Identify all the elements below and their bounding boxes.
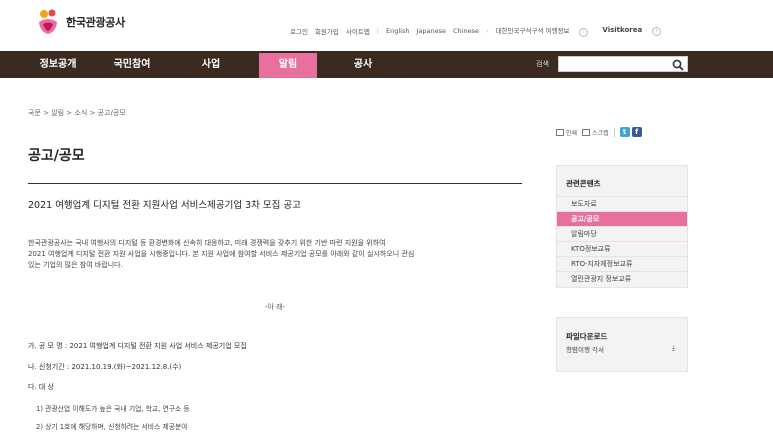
- main-nav: 정보공개 국민참여 사업 알림 공사 검색: [0, 51, 773, 78]
- promo-visitkorea-label: Visitkorea: [602, 26, 643, 34]
- scrap-icon: [582, 128, 591, 136]
- related-title: 관련콘텐츠: [566, 179, 601, 188]
- download-item-label: 청렴이행 각서: [566, 346, 604, 354]
- print-label: 인쇄: [566, 129, 578, 137]
- chevron-right-icon: ›: [579, 28, 589, 37]
- body-line: 2021 여행업계 디지털 전환 지원 사업을 시행중입니다. 본 지원 사업에…: [28, 250, 415, 258]
- gnb-item-company[interactable]: 공사: [338, 51, 388, 78]
- promo-link-visitkorea[interactable]: Visitkorea ›: [602, 26, 668, 36]
- notice-item: 가. 공 모 명 : 2021 여행업계 디지털 전환 지원 사업 서비스 제공…: [28, 342, 247, 350]
- notice-item: 다. 대 상: [28, 383, 54, 391]
- sidebar-item-press[interactable]: 보도자료: [557, 196, 687, 211]
- lang-english-link[interactable]: English: [386, 27, 409, 35]
- sidebar-item-notice[interactable]: 공고/공모: [557, 211, 687, 226]
- download-item[interactable]: 청렴이행 각서 ⤓: [557, 344, 687, 354]
- utility-nav: 로그인 회원가입 사이트맵 | English Japanese Chinese…: [290, 25, 675, 37]
- logo[interactable]: 한국관광공사: [36, 8, 125, 36]
- notice-sub-item: 2) 상기 1호에 해당하며, 신청하려는 서비스 제공분야: [36, 423, 188, 431]
- gnb-item-participation[interactable]: 국민참여: [104, 51, 160, 78]
- notice-body: 한국관광공사는 국내 여행사의 디지털 등 환경변화에 신속히 대응하고, 미래…: [28, 238, 522, 271]
- divider: ›: [485, 27, 489, 35]
- breadcrumb: 국문 > 알림 > 소식 > 공고/공모: [28, 109, 126, 117]
- divider: [28, 183, 522, 184]
- chevron-right-icon: ›: [652, 27, 662, 36]
- notice-sub-item: 1) 관광산업 이해도가 높은 국내 기업, 학교, 연구소 등: [36, 405, 190, 413]
- notice-item: 나. 신청기간 : 2021.10.19.(화)~2021.12.8.(수): [28, 363, 182, 371]
- sidebar-item-rto[interactable]: RTO·지자체정보교류: [557, 256, 687, 271]
- gnb-item-info[interactable]: 정보공개: [30, 51, 86, 78]
- download-title: 파일다운로드: [566, 332, 608, 341]
- page-title: 공고/공모: [28, 148, 85, 164]
- page-tools: 인쇄 스크랩 t f: [556, 127, 644, 137]
- center-note: -아 래-: [264, 303, 286, 311]
- scrap-button[interactable]: 스크랩: [582, 128, 609, 137]
- promo-link-travel[interactable]: 대한민국구석구석 여행정보 ›: [496, 25, 596, 37]
- print-button[interactable]: 인쇄: [556, 128, 577, 137]
- search-label: 검색: [536, 60, 549, 68]
- gnb-item-business[interactable]: 사업: [186, 51, 236, 78]
- download-icon[interactable]: ⤓: [672, 344, 675, 354]
- promo-travel-label: 대한민국구석구석 여행정보: [495, 27, 570, 35]
- facebook-icon[interactable]: f: [631, 127, 642, 137]
- search-icon[interactable]: [672, 59, 684, 71]
- lang-japanese-link[interactable]: Japanese: [416, 27, 446, 35]
- logo-text: 한국관광공사: [66, 16, 125, 29]
- sitemap-link[interactable]: 사이트맵: [346, 26, 370, 36]
- divider: [613, 127, 615, 137]
- body-line: 있는 기업의 많은 참여 바랍니다.: [28, 261, 123, 269]
- sidebar-item-board[interactable]: 알림마당: [557, 226, 687, 241]
- login-link[interactable]: 로그인: [290, 26, 308, 36]
- divider: |: [376, 27, 379, 35]
- scrap-label: 스크랩: [592, 129, 609, 137]
- sidebar-item-kto[interactable]: KTO정보교류: [557, 241, 687, 256]
- search-input[interactable]: [558, 56, 688, 72]
- lang-chinese-link[interactable]: Chinese: [453, 27, 479, 35]
- related-content-box: 관련콘텐츠 보도자료 공고/공모 알림마당 KTO정보교류 RTO·지자체정보교…: [556, 165, 688, 288]
- gnb-item-notice[interactable]: 알림: [259, 53, 317, 78]
- logo-mark-icon: [36, 8, 60, 36]
- sidebar-item-open-tour[interactable]: 열린관광지 정보교류: [557, 271, 687, 287]
- twitter-icon[interactable]: t: [619, 127, 630, 137]
- print-icon: [556, 128, 564, 136]
- site-header: 한국관광공사 로그인 회원가입 사이트맵 | English Japanese …: [0, 0, 773, 50]
- signup-link[interactable]: 회원가입: [315, 26, 339, 36]
- file-download-box: 파일다운로드 청렴이행 각서 ⤓: [556, 317, 688, 372]
- body-line: 한국관광공사는 국내 여행사의 디지털 등 환경변화에 신속히 대응하고, 미래…: [28, 239, 386, 247]
- notice-title: 2021 여행업계 디지털 전환 지원사업 서비스제공기업 3차 모집 공고: [28, 200, 301, 211]
